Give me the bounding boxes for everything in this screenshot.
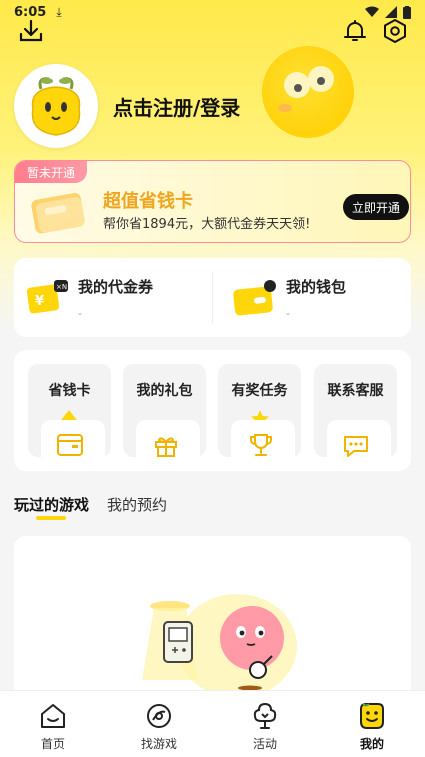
empty-state-illustration xyxy=(142,594,297,696)
sun-eye-right xyxy=(308,66,334,92)
feature-grid: 省钱卡 我的礼包 有奖任务 联系客服 xyxy=(14,350,411,471)
savings-card-banner[interactable]: 暂未开通 超值省钱卡 帮你省1894元，大额代金券天天领! 立即开通 xyxy=(14,160,411,243)
activate-now-button[interactable]: 立即开通 xyxy=(343,194,410,220)
nav-label: 找游戏 xyxy=(140,737,177,751)
played-games-list xyxy=(14,536,411,696)
divider xyxy=(212,272,213,324)
tab-played-games[interactable]: 玩过的游戏 xyxy=(14,494,89,524)
sun-cheek xyxy=(278,104,292,112)
nav-label: 首页 xyxy=(40,737,65,751)
nav-home[interactable]: 首页 xyxy=(0,691,106,757)
activity-tree-icon xyxy=(253,702,277,729)
savings-card-subtitle: 帮你省1894元，大额代金券天天领! xyxy=(103,217,311,232)
bell-icon[interactable] xyxy=(340,16,370,46)
game-disc-icon xyxy=(147,704,171,728)
bottom-nav: 首页 找游戏 活动 我的 xyxy=(0,690,425,757)
my-coupons-label: 我的代金券 xyxy=(78,277,154,296)
sun-mascot-illustration xyxy=(262,46,354,138)
tab-my-reservations[interactable]: 我的预约 xyxy=(107,494,167,524)
svg-text:×N: ×N xyxy=(56,283,67,291)
nav-label: 活动 xyxy=(252,737,277,751)
grid-item-savings-card[interactable]: 省钱卡 xyxy=(28,364,111,457)
my-coupons-value: - xyxy=(78,306,82,320)
wallet-icon xyxy=(233,279,276,315)
header-actions xyxy=(0,16,425,50)
grid-item-label: 有奖任务 xyxy=(231,383,288,399)
not-activated-badge: 暂未开通 xyxy=(15,161,88,183)
grid-item-reward-tasks[interactable]: 有奖任务 xyxy=(218,364,301,457)
nav-mine[interactable]: 我的 xyxy=(319,691,425,757)
grid-item-label: 省钱卡 xyxy=(48,383,91,399)
home-icon xyxy=(41,704,65,728)
my-wallet-label: 我的钱包 xyxy=(286,277,347,296)
game-tabs: 玩过的游戏 我的预约 xyxy=(14,494,167,524)
my-wallet-entry[interactable]: 我的钱包 - xyxy=(232,258,402,337)
gift-icon xyxy=(155,437,177,457)
savings-card-image xyxy=(29,188,89,234)
nav-activities[interactable]: 活动 xyxy=(212,691,318,757)
wallet-card: ¥ ×N 我的代金券 - 我的钱包 - xyxy=(14,258,411,337)
trophy-icon xyxy=(250,434,272,456)
grid-item-label: 联系客服 xyxy=(327,383,384,399)
avatar[interactable] xyxy=(14,64,98,148)
nav-find-games[interactable]: 找游戏 xyxy=(106,691,212,757)
yellow-mascot-icon xyxy=(31,77,81,136)
chat-icon xyxy=(344,436,368,457)
grid-item-contact-support[interactable]: 联系客服 xyxy=(314,364,397,457)
wallet-icon xyxy=(57,434,83,456)
coupon-icon: ¥ ×N xyxy=(26,279,68,313)
grid-item-my-gifts[interactable]: 我的礼包 xyxy=(123,364,206,457)
grid-item-label: 我的礼包 xyxy=(136,383,193,399)
svg-text:¥: ¥ xyxy=(35,294,44,309)
nav-label: 我的 xyxy=(359,737,384,751)
sun-eye-left xyxy=(284,72,310,98)
my-coupons-entry[interactable]: ¥ ×N 我的代金券 - xyxy=(26,258,206,337)
login-register-link[interactable]: 点击注册/登录 xyxy=(113,92,240,121)
profile-icon xyxy=(360,703,384,729)
hexagon-settings-icon[interactable] xyxy=(380,16,410,46)
savings-card-title: 超值省钱卡 xyxy=(103,191,193,212)
download-icon[interactable] xyxy=(16,16,46,46)
my-wallet-value: - xyxy=(286,306,290,320)
